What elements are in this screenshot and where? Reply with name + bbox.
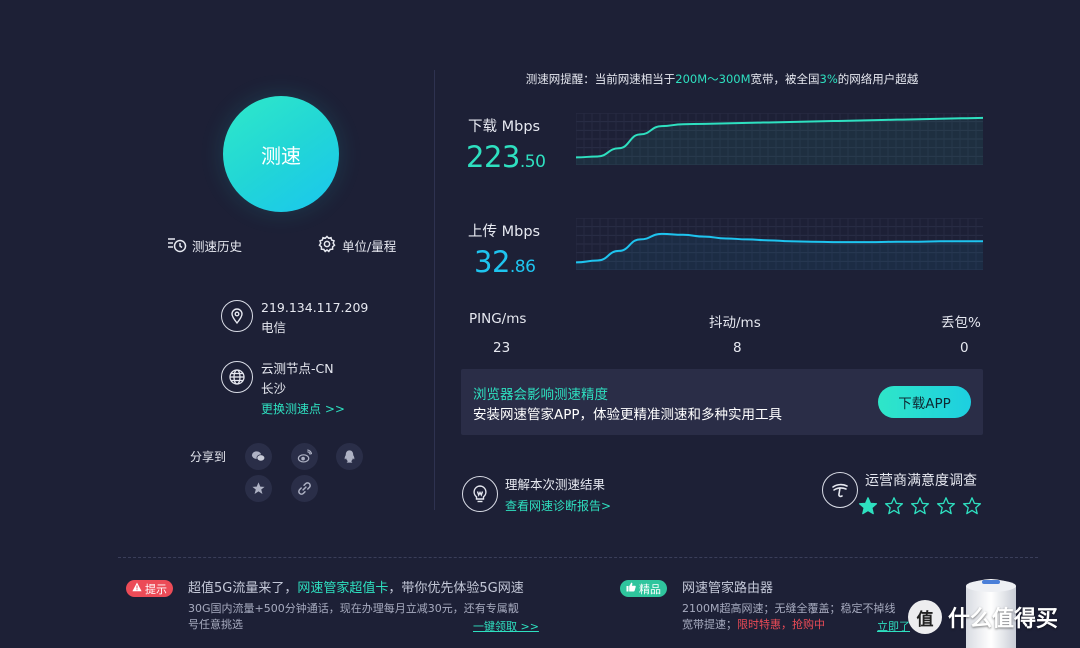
jitter-label: 抖动/ms <box>709 315 761 331</box>
ad-right-tag-label: 精品 <box>639 582 661 596</box>
warning-icon <box>132 582 142 595</box>
notice-percent: 3% <box>819 72 838 86</box>
column-divider <box>434 70 435 510</box>
download-speed-integer: 223 <box>466 140 520 174</box>
download-chart-svg <box>576 113 983 165</box>
ping-value: 23 <box>493 340 511 356</box>
node-info: 云测节点-CN 长沙 更换测速点 >> <box>221 359 345 419</box>
notice-middle: 宽带，被全国 <box>750 72 820 86</box>
units-range-label: 单位/量程 <box>342 239 397 254</box>
diagnosis-title: 理解本次测速结果 <box>505 477 606 492</box>
upload-speed-decimal: .86 <box>509 257 536 277</box>
ad-left-desc-1: 30G国内流量+500分钟通话，现在办理每月立减30元，还有专属靓 <box>188 602 519 615</box>
survey-title: 运营商满意度调查 <box>865 473 977 489</box>
star-icon[interactable] <box>962 496 982 516</box>
satisfaction-rating[interactable] <box>858 496 982 516</box>
star-icon[interactable] <box>858 496 878 516</box>
node-name: 云测节点-CN <box>261 361 334 376</box>
ad-left-desc-2: 号任意挑选 <box>188 618 243 631</box>
upload-speed-chart <box>576 218 983 270</box>
thumbs-up-icon <box>626 582 636 595</box>
share-label: 分享到 <box>190 450 227 464</box>
section-divider <box>118 557 1038 558</box>
lightbulb-icon <box>462 476 498 512</box>
download-speed-value: 223.50 <box>466 140 546 174</box>
speed-history-label: 测速历史 <box>192 239 243 254</box>
diagnosis-section[interactable]: 理解本次测速结果 查看网速诊断报告> <box>462 474 611 514</box>
ad-left-tag-label: 提示 <box>145 582 167 596</box>
ad-left-title-highlight: 网速管家超值卡 <box>297 581 389 596</box>
qq-icon[interactable] <box>336 443 363 470</box>
ad-left-title-c: ，带你优先体验5G网速 <box>388 581 524 596</box>
units-range-button[interactable]: 单位/量程 <box>317 234 396 257</box>
start-speed-test-button[interactable]: 测速 <box>223 96 339 212</box>
ping-label: PING/ms <box>469 311 527 327</box>
upload-label: 上传 Mbps <box>468 224 541 240</box>
diagnosis-report-link[interactable]: 查看网速诊断报告> <box>505 497 611 514</box>
jitter-value: 8 <box>733 340 742 356</box>
speed-history-button[interactable]: 测速历史 <box>167 234 242 257</box>
notice-prefix: 测速网提醒：当前网速相当于 <box>525 72 676 86</box>
globe-icon <box>221 361 253 393</box>
upload-speed-integer: 32 <box>474 245 510 279</box>
watermark-text: 什么值得买 <box>948 607 1059 632</box>
packet-loss-value: 0 <box>960 340 969 356</box>
ad-right-title[interactable]: 网速管家路由器 <box>682 577 773 596</box>
change-node-link[interactable]: 更换测速点 >> <box>261 399 345 419</box>
star-icon[interactable] <box>884 496 904 516</box>
app-promo-banner: 浏览器会影响测速精度 安装网速管家APP，体验更精准测速和多种实用工具 下载AP… <box>461 369 983 435</box>
star-icon[interactable] <box>936 496 956 516</box>
ip-address: 219.134.117.209 <box>261 300 369 315</box>
node-city: 长沙 <box>261 381 287 396</box>
history-icon <box>167 234 187 257</box>
speed-notice: 测速网提醒：当前网速相当于200M～300M宽带，被全国3%的网络用户超越 <box>462 71 982 87</box>
ad-right-desc-2: 宽带提速；限时特惠，抢购中 <box>682 617 825 633</box>
weibo-icon[interactable] <box>291 443 318 470</box>
ad-left-tag: 提示 <box>126 577 173 597</box>
download-label: 下载 Mbps <box>468 119 541 135</box>
copy-link-icon[interactable] <box>291 475 318 502</box>
ad-right-tag: 精品 <box>620 577 667 597</box>
buy-now-link[interactable]: 立即了 <box>877 618 910 634</box>
promo-subtitle: 安装网速管家APP，体验更精准测速和多种实用工具 <box>473 407 783 423</box>
upload-speed-value: 32.86 <box>474 245 536 279</box>
ad-left-title-a: 超值5G流量来了， <box>188 581 298 596</box>
download-series-area <box>576 117 983 165</box>
download-speed-decimal: .50 <box>519 152 546 172</box>
upload-chart-svg <box>576 218 983 270</box>
watermark: 值 什么值得买 <box>908 600 1058 634</box>
speed-test-button-label: 测速 <box>261 143 301 168</box>
ad-right-desc-2b: 限时特惠，抢购中 <box>737 618 825 631</box>
ad-right-desc-1: 2100M超高网速；无缝全覆盖；稳定不掉线 <box>682 602 896 615</box>
claim-now-link[interactable]: 一键领取 >> <box>473 618 539 634</box>
watermark-logo: 值 <box>908 600 942 634</box>
download-speed-chart <box>576 113 983 165</box>
favorite-star-icon[interactable] <box>245 475 272 502</box>
wechat-icon[interactable] <box>245 443 272 470</box>
ad-left-title[interactable]: 超值5G流量来了，网速管家超值卡，带你优先体验5G网速 <box>188 577 524 596</box>
china-telecom-logo-icon <box>822 472 858 508</box>
ip-info: 219.134.117.209 电信 <box>221 298 368 338</box>
isp-name: 电信 <box>261 320 287 335</box>
notice-bandwidth-range: 200M～300M <box>675 72 751 86</box>
download-app-button[interactable]: 下载APP <box>878 386 971 418</box>
notice-suffix: 的网络用户超越 <box>837 72 919 86</box>
packet-loss-label: 丢包% <box>941 315 981 331</box>
promo-title: 浏览器会影响测速精度 <box>473 387 608 403</box>
location-pin-icon <box>221 300 253 332</box>
gear-icon <box>317 234 337 257</box>
star-icon[interactable] <box>910 496 930 516</box>
ad-right-desc-2a: 宽带提速； <box>682 618 737 631</box>
